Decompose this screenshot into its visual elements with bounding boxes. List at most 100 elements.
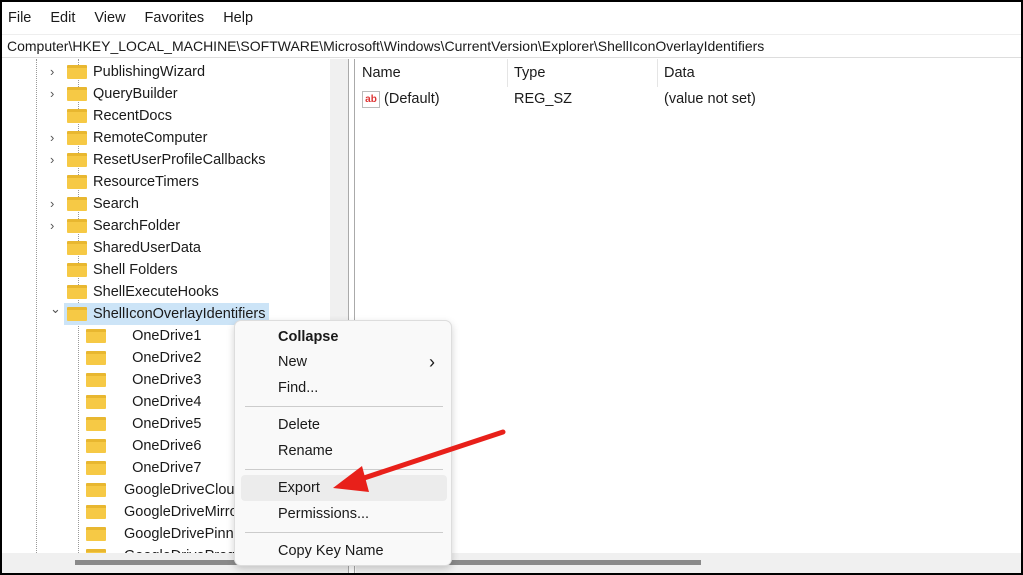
tree-item[interactable]: PublishingWizard [64,61,209,83]
menu-item-export[interactable]: Export [241,475,447,501]
menu-view[interactable]: View [94,10,125,26]
tree-child-item[interactable]: GoogleDrivePinned [86,523,250,545]
menu-separator [245,406,443,407]
tree-item-label: GoogleDriveMirror [120,504,243,520]
tree-child-item[interactable]: OneDrive6 [86,435,201,457]
tree-item[interactable]: ResourceTimers [64,171,203,193]
menu-item-permissions[interactable]: Permissions... [241,501,447,527]
tree-item[interactable]: ResetUserProfileCallbacks [64,149,269,171]
tree-line [78,321,79,553]
chevron-right-icon[interactable]: › [50,86,54,101]
menu-item-delete[interactable]: Delete [241,412,447,438]
tree-item-label: Shell Folders [93,262,178,278]
tree-item-label: SearchFolder [93,218,181,234]
chevron-right-icon[interactable]: › [50,196,54,211]
folder-icon [67,285,87,299]
tree-item-label: Search [93,196,139,212]
value-name: (Default) [384,91,440,107]
chevron-right-icon[interactable]: › [50,130,54,145]
tree-item-label: RemoteComputer [93,130,208,146]
tree-item-label: QueryBuilder [93,86,178,102]
chevron-right-icon[interactable]: › [50,152,54,167]
chevron-right-icon[interactable]: › [50,218,54,233]
tree-item[interactable]: SearchFolder [64,215,184,237]
menu-bar: File Edit View Favorites Help [2,2,1021,34]
folder-icon [67,197,87,211]
folder-icon [67,65,87,79]
menu-item-find[interactable]: Find... [241,375,447,401]
folder-icon [86,351,106,365]
tree-item-label: OneDrive3 [120,372,202,388]
menu-separator [245,469,443,470]
menu-item-label: New [278,354,308,370]
menu-item-new[interactable]: New › [241,349,447,375]
registry-editor-window: File Edit View Favorites Help Computer\H… [2,2,1021,573]
folder-icon [67,219,87,233]
tree-item-label: OneDrive5 [120,416,202,432]
tree-item[interactable]: Shell Folders [64,259,182,281]
tree-child-item[interactable]: OneDrive2 [86,347,201,369]
tree-item[interactable]: RemoteComputer [64,127,211,149]
tree-child-item[interactable]: GoogleDriveMirror [86,501,242,523]
menu-item-copy-key-name[interactable]: Copy Key Name [241,538,447,564]
tree-item-label: OneDrive2 [120,350,202,366]
tree-child-item[interactable]: OneDrive1 [86,325,201,347]
folder-icon [86,395,106,409]
folder-icon [67,109,87,123]
menu-separator [245,532,443,533]
folder-icon [86,417,106,431]
address-bar[interactable]: Computer\HKEY_LOCAL_MACHINE\SOFTWARE\Mic… [2,34,1021,58]
folder-icon [86,461,106,475]
tree-item-label: ResourceTimers [93,174,199,190]
tree-item[interactable]: ShellExecuteHooks [64,281,223,303]
folder-icon [86,483,106,497]
folder-icon [86,329,106,343]
tree-item-label: OneDrive7 [120,460,202,476]
folder-icon [67,87,87,101]
folder-icon [86,373,106,387]
tree-item-label: ShellExecuteHooks [93,284,219,300]
tree-item[interactable]: SharedUserData [64,237,205,259]
tree-item-label: RecentDocs [93,108,172,124]
tree-item-label: GoogleDrivePinned [120,526,250,542]
tree-child-item[interactable]: OneDrive7 [86,457,201,479]
folder-icon [86,439,106,453]
chevron-right-icon: › [429,352,435,372]
tree-item-label: OneDrive6 [120,438,202,454]
context-menu: Collapse New › Find... Delete Rename Expo… [234,320,452,566]
column-name[interactable]: Name [356,59,508,87]
folder-icon [67,175,87,189]
menu-file[interactable]: File [8,10,31,26]
tree-item[interactable]: QueryBuilder [64,83,182,105]
value-row-name[interactable]: ab (Default) [362,88,440,110]
value-type: REG_SZ [514,91,573,107]
tree-child-item[interactable]: OneDrive5 [86,413,201,435]
column-type[interactable]: Type [508,59,658,87]
tree-item-label: SharedUserData [93,240,201,256]
column-data[interactable]: Data [658,59,1021,87]
menu-item-collapse[interactable]: Collapse [241,324,447,350]
tree-item[interactable]: Search [64,193,143,215]
chevron-right-icon[interactable]: › [50,64,54,79]
folder-icon [86,505,106,519]
tree-item[interactable]: RecentDocs [64,105,176,127]
tree-child-item[interactable]: OneDrive3 [86,369,201,391]
menu-edit[interactable]: Edit [50,10,75,26]
values-pane: Name Type Data ab (Default) REG_SZ (valu… [356,59,1021,553]
menu-help[interactable]: Help [223,10,253,26]
tree-item-label: PublishingWizard [93,64,206,80]
folder-icon [67,307,87,321]
menu-favorites[interactable]: Favorites [145,10,205,26]
tree-item-label: OneDrive4 [120,394,202,410]
folder-icon [67,263,87,277]
chevron-down-icon[interactable]: ⌄ [50,301,61,317]
tree-item-label: ResetUserProfileCallbacks [93,152,266,168]
menu-item-rename[interactable]: Rename [241,438,447,464]
value-data: (value not set) [664,91,756,107]
tree-item-label: OneDrive1 [120,328,202,344]
folder-icon [67,241,87,255]
tree-child-item[interactable]: OneDrive4 [86,391,201,413]
tree-line [36,59,37,553]
folder-icon [67,153,87,167]
values-horizontal-scrollbar[interactable] [356,553,1021,573]
